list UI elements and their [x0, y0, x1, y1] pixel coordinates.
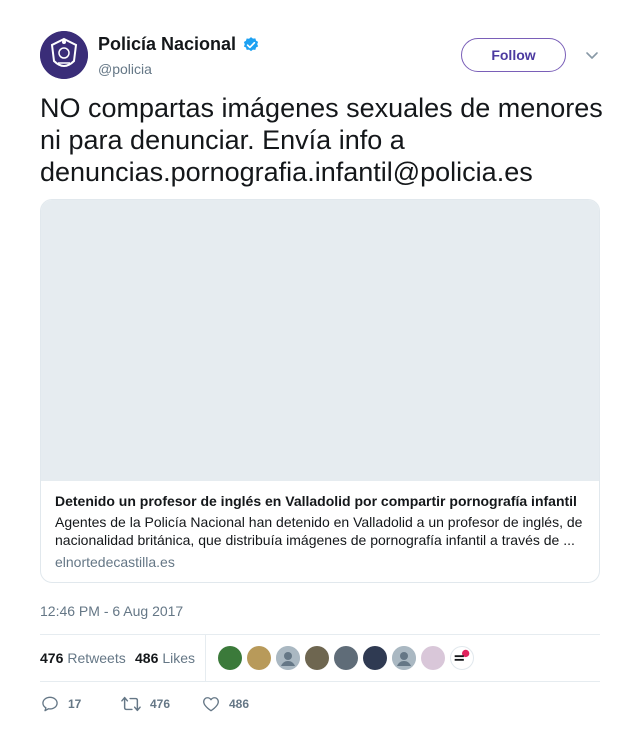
- retweet-count: 476: [150, 697, 171, 711]
- chevron-down-icon[interactable]: [584, 47, 600, 63]
- police-badge-icon: [40, 31, 88, 79]
- author-display-name[interactable]: Policía Nacional: [98, 34, 236, 55]
- reply-icon: [42, 696, 58, 712]
- tweet-timestamp[interactable]: 12:46 PM - 6 Aug 2017: [40, 603, 183, 619]
- card-domain: elnortedecastilla.es: [55, 554, 175, 570]
- link-card[interactable]: Detenido un profesor de inglés en Vallad…: [40, 199, 600, 583]
- author-avatar[interactable]: [40, 31, 88, 79]
- liker-avatar[interactable]: [421, 646, 445, 670]
- liker-avatars: [218, 646, 479, 670]
- liker-avatar[interactable]: [247, 646, 271, 670]
- card-image[interactable]: [41, 200, 599, 481]
- liker-avatar[interactable]: [363, 646, 387, 670]
- likes-count: 486: [135, 650, 159, 666]
- retweets-count: 476: [40, 650, 64, 666]
- liker-avatar[interactable]: [334, 646, 358, 670]
- author-name-block: Policía Nacional @policia: [98, 34, 260, 77]
- liker-avatar[interactable]: [276, 646, 300, 670]
- liker-avatar[interactable]: [305, 646, 329, 670]
- reply-count: 17: [68, 697, 82, 711]
- like-action[interactable]: 486: [201, 694, 249, 714]
- retweets-label: Retweets: [67, 650, 126, 666]
- card-title: Detenido un profesor de inglés en Vallad…: [55, 493, 577, 509]
- liker-avatar[interactable]: [392, 646, 416, 670]
- follow-button[interactable]: Follow: [461, 38, 566, 72]
- liker-avatar[interactable]: [218, 646, 242, 670]
- likes-label: Likes: [162, 650, 196, 666]
- card-description: Agentes de la Policía Nacional han deten…: [55, 514, 583, 548]
- retweet-icon: [121, 696, 141, 712]
- like-count: 486: [229, 697, 250, 711]
- tweet-actions: 17 476 486: [40, 694, 600, 714]
- tweet-text: NO compartas imágenes sexuales de menore…: [40, 93, 603, 187]
- tweet-stats: 476 Retweets 486 Likes: [40, 634, 600, 682]
- author-handle[interactable]: @policia: [98, 61, 260, 77]
- liker-avatar[interactable]: [450, 646, 474, 670]
- verified-badge-icon: [242, 36, 260, 54]
- reply-action[interactable]: 17: [40, 694, 81, 714]
- likes-stat[interactable]: 486 Likes: [135, 650, 195, 666]
- retweets-stat[interactable]: 476 Retweets: [40, 650, 126, 666]
- stats-divider: [205, 635, 206, 681]
- retweet-action[interactable]: 476: [120, 694, 170, 714]
- tweet-header: Policía Nacional @policia Follow: [40, 31, 600, 81]
- heart-icon: [203, 697, 219, 712]
- card-body: Detenido un profesor de inglés en Vallad…: [55, 491, 591, 570]
